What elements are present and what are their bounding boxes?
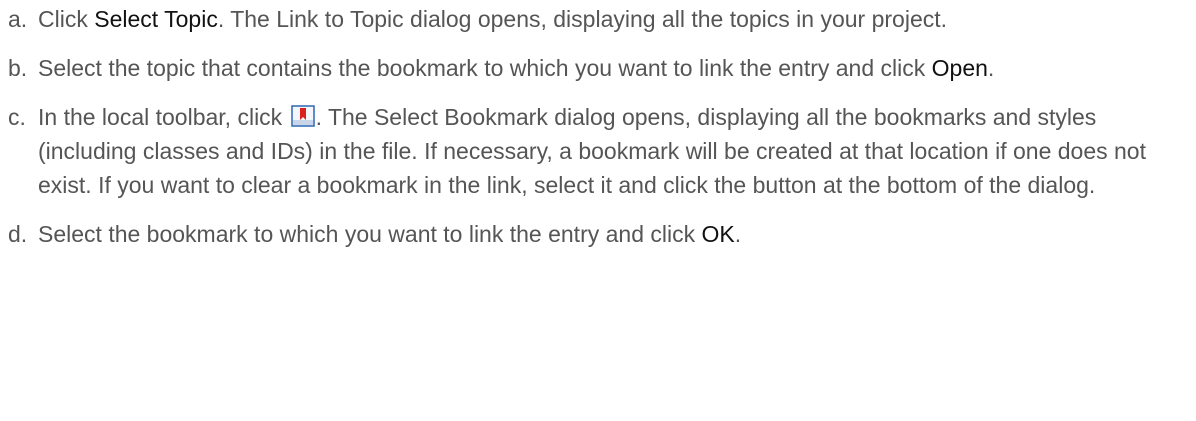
step-text: .	[987, 55, 995, 81]
ui-label-select-topic: Select Topic	[94, 6, 218, 32]
step-text: Select the topic that contains the bookm…	[38, 55, 932, 81]
step-text: Click	[38, 6, 95, 32]
step-a: a. Click Select Topic. The Link to Topic…	[0, 2, 1178, 36]
step-marker: d.	[8, 221, 28, 247]
step-text: In the local toolbar, click	[38, 104, 289, 130]
ui-label-ok: OK	[701, 221, 735, 247]
step-b: b. Select the topic that contains the bo…	[0, 51, 1178, 85]
step-marker: c.	[8, 104, 26, 130]
bookmark-icon	[290, 104, 315, 128]
instruction-steps-list: a. Click Select Topic. The Link to Topic…	[0, 2, 1196, 251]
step-text: .	[734, 221, 742, 247]
step-c: c. In the local toolbar, click . The Sel…	[0, 100, 1178, 202]
step-d: d. Select the bookmark to which you want…	[0, 217, 1178, 251]
step-text: Select the bookmark to which you want to…	[38, 221, 702, 247]
step-marker: b.	[8, 55, 28, 81]
ui-label-open: Open	[931, 55, 988, 81]
step-marker: a.	[8, 6, 28, 32]
step-text: . The Link to Topic dialog opens, displa…	[217, 6, 948, 32]
